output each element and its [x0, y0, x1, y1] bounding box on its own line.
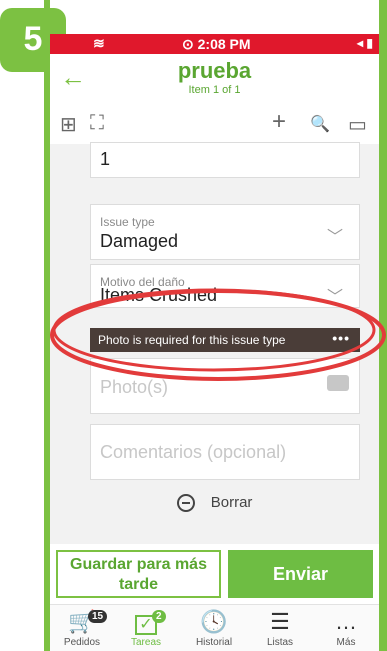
issue-type-label: Issue type	[100, 215, 155, 229]
add-icon[interactable]: +	[272, 108, 286, 136]
tab-tareas[interactable]: ✓ 2 Tareas	[114, 609, 178, 648]
status-time: ⊙ 2:08 PM	[182, 36, 251, 52]
photo-field[interactable]: Photo(s)	[90, 358, 360, 414]
tab-label: Historial	[195, 637, 233, 648]
orders-count-badge: 15	[88, 610, 108, 623]
list-icon: ☰	[270, 609, 290, 634]
wifi-icon: ≋	[93, 35, 105, 51]
chevron-down-icon: ﹀	[326, 289, 343, 306]
minus-circle-icon	[176, 494, 195, 513]
delete-label: Borrar	[210, 494, 253, 511]
tab-label: Más	[336, 637, 356, 648]
tasks-count-badge: 2	[152, 610, 166, 623]
barcode-scan-icon[interactable]: ⊞	[60, 112, 77, 137]
status-right-icons: ◂ ▮	[357, 36, 373, 50]
device-frame-right	[379, 0, 387, 651]
delete-button[interactable]: Borrar	[50, 494, 379, 513]
damage-reason-select[interactable]: Motivo del daño Items Crushed ﹀	[90, 264, 360, 308]
tab-label: Tareas	[130, 637, 161, 648]
book-icon[interactable]: ▭	[348, 112, 367, 137]
clock-icon: 🕓	[200, 609, 228, 634]
checkbox-icon: ✓ 2	[114, 609, 178, 637]
tooltip-text: Photo is required for this issue type	[98, 333, 286, 347]
tab-label: Pedidos	[63, 637, 101, 648]
toolbar: ⊞ ⛶ + 🔍 ▭	[50, 104, 379, 144]
expand-icon[interactable]: ⛶	[90, 112, 104, 135]
header: ← prueba Item 1 of 1	[50, 54, 379, 104]
damage-reason-value: Items Crushed	[100, 285, 218, 305]
page-title: prueba	[177, 58, 252, 83]
issue-type-value: Damaged	[100, 231, 179, 251]
page-subtitle: Item 1 of 1	[188, 84, 241, 96]
more-icon: …	[335, 609, 357, 634]
send-button[interactable]: Enviar	[228, 550, 373, 598]
comments-field[interactable]: Comentarios (opcional)	[90, 424, 360, 480]
issue-type-select[interactable]: Issue type Damaged ﹀	[90, 204, 360, 260]
photo-placeholder: Photo(s)	[100, 377, 169, 397]
tab-pedidos[interactable]: 🛒 15 Pedidos	[50, 609, 114, 648]
save-for-later-button[interactable]: Guardar para más tarde	[56, 550, 221, 598]
cart-icon: 🛒 15	[50, 609, 114, 637]
chevron-down-icon: ﹀	[326, 229, 343, 246]
tab-bar: 🛒 15 Pedidos ✓ 2 Tareas 🕓 Historial ☰ List…	[50, 604, 379, 651]
tab-historial[interactable]: 🕓 Historial	[182, 609, 246, 648]
quantity-value: 1	[100, 149, 111, 169]
action-bar: Guardar para más tarde Enviar	[50, 544, 379, 604]
tab-label: Listas	[266, 637, 294, 648]
quantity-field[interactable]: 1	[90, 142, 360, 178]
camera-icon[interactable]	[327, 375, 349, 391]
more-dots-icon[interactable]: •••	[332, 330, 350, 346]
status-bar: ≋ ⊙ 2:08 PM ◂ ▮	[50, 34, 379, 54]
comments-placeholder: Comentarios (opcional)	[100, 442, 287, 462]
photo-required-tooltip: Photo is required for this issue type ••…	[90, 328, 360, 352]
tab-listas[interactable]: ☰ Listas	[248, 609, 312, 648]
search-icon[interactable]: 🔍	[310, 114, 330, 134]
screen: 5 ≋ ⊙ 2:08 PM ◂ ▮ ← prueba Item 1 of 1 ⊞…	[0, 0, 387, 651]
tab-mas[interactable]: … Más	[314, 609, 378, 648]
